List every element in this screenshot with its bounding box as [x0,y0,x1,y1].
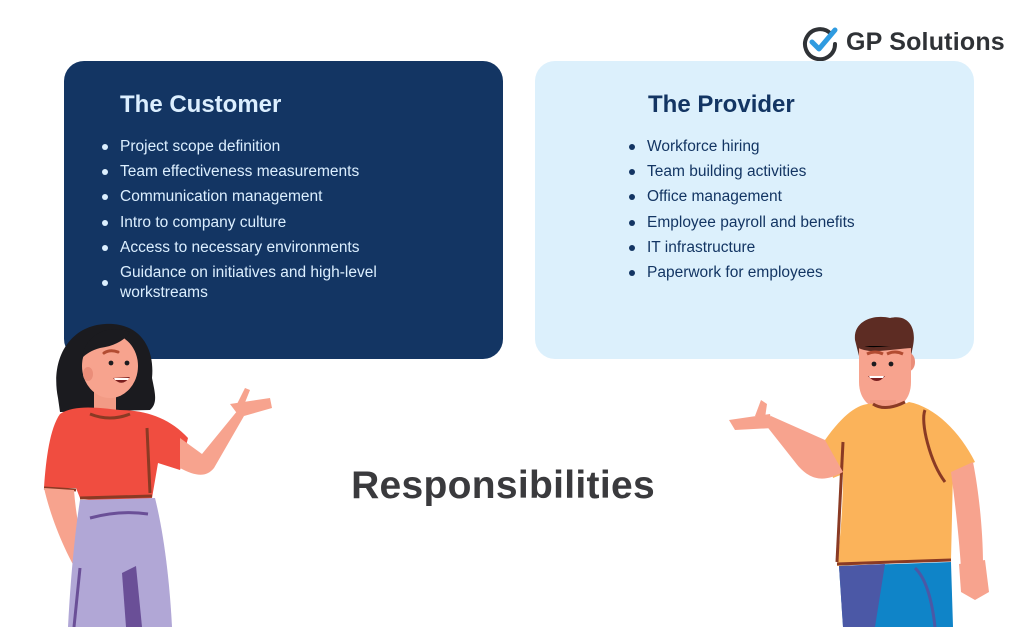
check-circle-icon [800,22,840,62]
bullet-icon [629,269,635,276]
bullet-icon [102,244,108,251]
list-item: Access to necessary environments [102,238,472,258]
bullet-icon [102,194,108,201]
bullet-icon [629,169,635,176]
list-item: Employee payroll and benefits [629,213,959,233]
list-item: IT infrastructure [629,238,959,258]
bullet-icon [629,194,635,201]
brand-logo[interactable]: GP Solutions [800,22,1005,62]
bullet-icon [629,144,635,150]
provider-title: The Provider [648,91,795,118]
list-item: Team effectiveness measurements [102,162,472,182]
customer-title: The Customer [120,91,282,118]
list-item: Workforce hiring [629,137,959,157]
list-item: Paperwork for employees [629,263,959,283]
customer-list: Project scope definition Team effectiven… [102,137,472,308]
bullet-icon [629,244,635,251]
bullet-icon [102,279,108,286]
list-item: Project scope definition [102,137,472,157]
brand-name: GP Solutions [846,27,1005,56]
customer-card: The Customer Project scope definition Te… [64,61,503,359]
list-item: Guidance on initiatives and high-level w… [102,263,402,303]
bullet-icon [102,169,108,176]
bullet-icon [629,219,635,226]
list-item: Office management [629,187,959,207]
provider-list: Workforce hiring Team building activitie… [629,137,959,288]
list-item: Communication management [102,187,472,207]
bullet-icon [102,144,108,150]
man-presenting-illustration [725,312,995,627]
bullet-icon [102,219,108,226]
list-item: Team building activities [629,162,959,182]
woman-presenting-illustration [30,318,290,627]
list-item: Intro to company culture [102,213,472,233]
